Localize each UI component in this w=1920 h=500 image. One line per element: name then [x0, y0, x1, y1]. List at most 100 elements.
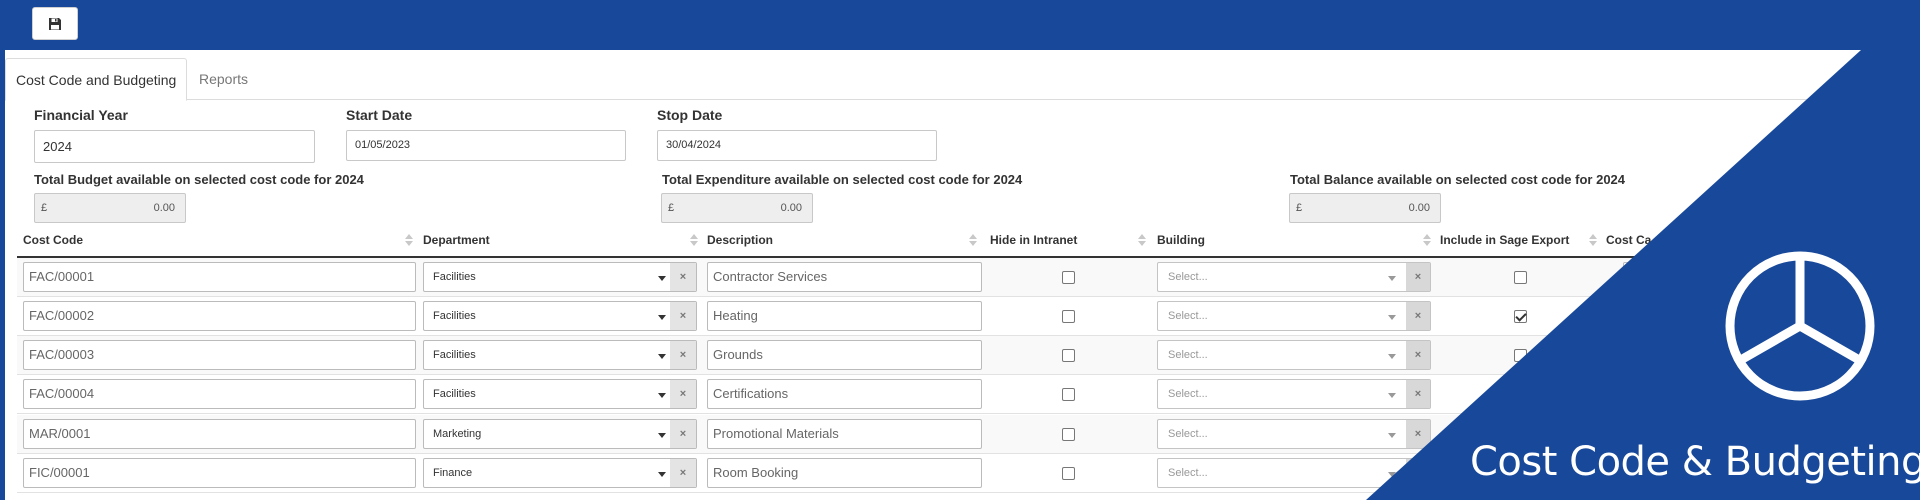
- building-placeholder: Select...: [1168, 467, 1208, 479]
- table-row: FAC/00001 Facilities × Contractor Services S…: [17, 258, 1920, 297]
- description-input[interactable]: Heating: [707, 301, 982, 331]
- chevron-down-icon: [658, 315, 666, 320]
- clear-icon[interactable]: ×: [670, 380, 696, 408]
- col-header-hide-in-intranet[interactable]: Hide in Intranet: [990, 233, 1077, 247]
- cost-code-input[interactable]: FAC/00003: [23, 340, 416, 370]
- chevron-down-icon: [1388, 433, 1396, 438]
- sort-icon[interactable]: [405, 234, 413, 248]
- building-select[interactable]: Select... ×: [1157, 379, 1431, 409]
- department-select[interactable]: Facilities ×: [423, 379, 697, 409]
- financial-year-select[interactable]: 2024: [34, 130, 315, 163]
- department-select[interactable]: Facilities ×: [423, 340, 697, 370]
- col-header-cost-code[interactable]: Cost Code: [23, 233, 83, 247]
- description-input[interactable]: Grounds: [707, 340, 982, 370]
- chevron-down-icon: [1388, 472, 1396, 477]
- col-header-department[interactable]: Department: [423, 233, 490, 247]
- stop-date-label: Stop Date: [657, 107, 723, 123]
- cost-category-select[interactable]: [1623, 262, 1823, 292]
- total-budget-amount: 0.00: [153, 202, 175, 214]
- department-select[interactable]: Marketing ×: [423, 419, 697, 449]
- building-select[interactable]: Select... ×: [1157, 262, 1431, 292]
- building-select[interactable]: Select... ×: [1157, 419, 1431, 449]
- table-header: Cost Code Department Description Hide in…: [17, 218, 1920, 258]
- chevron-down-icon: [658, 393, 666, 398]
- chevron-down-icon: [1388, 354, 1396, 359]
- building-select[interactable]: Select... ×: [1157, 340, 1431, 370]
- clear-icon[interactable]: ×: [670, 341, 696, 369]
- cost-category-select[interactable]: [1623, 340, 1823, 370]
- cost-code-input[interactable]: FIC/00001: [23, 458, 416, 488]
- chevron-down-icon: [1388, 276, 1396, 281]
- include-in-sage-export-checkbox[interactable]: [1514, 349, 1527, 362]
- department-value: Marketing: [433, 428, 482, 440]
- table-row: FAC/00002 Facilities × Heating Select... ×: [17, 297, 1920, 336]
- table-row: FAC/00004 Facilities × Certifications Select…: [17, 375, 1920, 414]
- total-expenditure-amount: 0.00: [780, 202, 802, 214]
- description-input[interactable]: Certifications: [707, 379, 982, 409]
- clear-icon[interactable]: ×: [1406, 302, 1430, 330]
- sort-icon[interactable]: [1423, 234, 1431, 248]
- cost-code-input[interactable]: FAC/00001: [23, 262, 416, 292]
- building-placeholder: Select...: [1168, 388, 1208, 400]
- clear-icon[interactable]: ×: [1406, 380, 1430, 408]
- clear-icon[interactable]: ×: [670, 302, 696, 330]
- clear-icon[interactable]: ×: [1406, 420, 1430, 448]
- total-expenditure-label: Total Expenditure available on selected …: [662, 172, 1023, 187]
- clear-icon[interactable]: ×: [1406, 263, 1430, 291]
- total-balance-label: Total Balance available on selected cost…: [1290, 172, 1626, 187]
- clear-icon[interactable]: ×: [1406, 459, 1430, 487]
- department-value: Facilities: [433, 271, 476, 283]
- department-select[interactable]: Facilities ×: [423, 301, 697, 331]
- building-placeholder: Select...: [1168, 310, 1208, 322]
- col-header-include-in-sage-export[interactable]: Include in Sage Export: [1440, 233, 1569, 247]
- building-placeholder: Select...: [1168, 271, 1208, 283]
- department-value: Facilities: [433, 310, 476, 322]
- banner-title: Cost Code & Budgeting: [1470, 439, 1920, 485]
- chevron-down-icon: [658, 354, 666, 359]
- top-toolbar: [0, 0, 1920, 50]
- cost-category-select[interactable]: [1623, 301, 1823, 331]
- sort-icon[interactable]: [1589, 234, 1597, 248]
- col-header-cost-category[interactable]: Cost Ca: [1606, 233, 1651, 247]
- tab-reports[interactable]: Reports: [189, 58, 258, 101]
- cost-code-input[interactable]: FAC/00002: [23, 301, 416, 331]
- floppy-disk-icon: [49, 17, 61, 30]
- hide-in-intranet-checkbox[interactable]: [1062, 310, 1075, 323]
- currency-symbol: £: [41, 202, 48, 214]
- financial-year-label: Financial Year: [34, 107, 128, 123]
- col-header-building[interactable]: Building: [1157, 233, 1205, 247]
- table-row: FAC/00003 Facilities × Grounds Select... ×: [17, 336, 1920, 375]
- clear-icon[interactable]: ×: [670, 263, 696, 291]
- chevron-down-icon: [1388, 315, 1396, 320]
- currency-symbol: £: [668, 202, 675, 214]
- tab-bar: Cost Code and Budgeting Reports: [5, 58, 1920, 101]
- hide-in-intranet-checkbox[interactable]: [1062, 271, 1075, 284]
- sort-icon[interactable]: [1138, 234, 1146, 248]
- sort-icon[interactable]: [969, 234, 977, 248]
- clear-icon[interactable]: ×: [1406, 341, 1430, 369]
- department-select[interactable]: Facilities ×: [423, 262, 697, 292]
- cost-code-input[interactable]: MAR/0001: [23, 419, 416, 449]
- description-input[interactable]: Contractor Services: [707, 262, 982, 292]
- description-input[interactable]: Promotional Materials: [707, 419, 982, 449]
- clear-icon[interactable]: ×: [670, 420, 696, 448]
- sort-icon[interactable]: [690, 234, 698, 248]
- clear-icon[interactable]: ×: [670, 459, 696, 487]
- building-select[interactable]: Select... ×: [1157, 301, 1431, 331]
- hide-in-intranet-checkbox[interactable]: [1062, 467, 1075, 480]
- description-input[interactable]: Room Booking: [707, 458, 982, 488]
- department-select[interactable]: Finance ×: [423, 458, 697, 488]
- hide-in-intranet-checkbox[interactable]: [1062, 388, 1075, 401]
- include-in-sage-export-checkbox[interactable]: [1514, 271, 1527, 284]
- start-date-input[interactable]: 01/05/2023: [346, 130, 626, 161]
- cost-code-input[interactable]: FAC/00004: [23, 379, 416, 409]
- col-header-description[interactable]: Description: [707, 233, 773, 247]
- building-select[interactable]: Select... ×: [1157, 458, 1431, 488]
- hide-in-intranet-checkbox[interactable]: [1062, 428, 1075, 441]
- hide-in-intranet-checkbox[interactable]: [1062, 349, 1075, 362]
- stop-date-input[interactable]: 30/04/2024: [657, 130, 937, 161]
- save-button[interactable]: [32, 7, 78, 40]
- include-in-sage-export-checkbox[interactable]: [1514, 310, 1527, 323]
- total-budget-label: Total Budget available on selected cost …: [34, 172, 364, 187]
- tab-cost-code-and-budgeting[interactable]: Cost Code and Budgeting: [5, 58, 188, 101]
